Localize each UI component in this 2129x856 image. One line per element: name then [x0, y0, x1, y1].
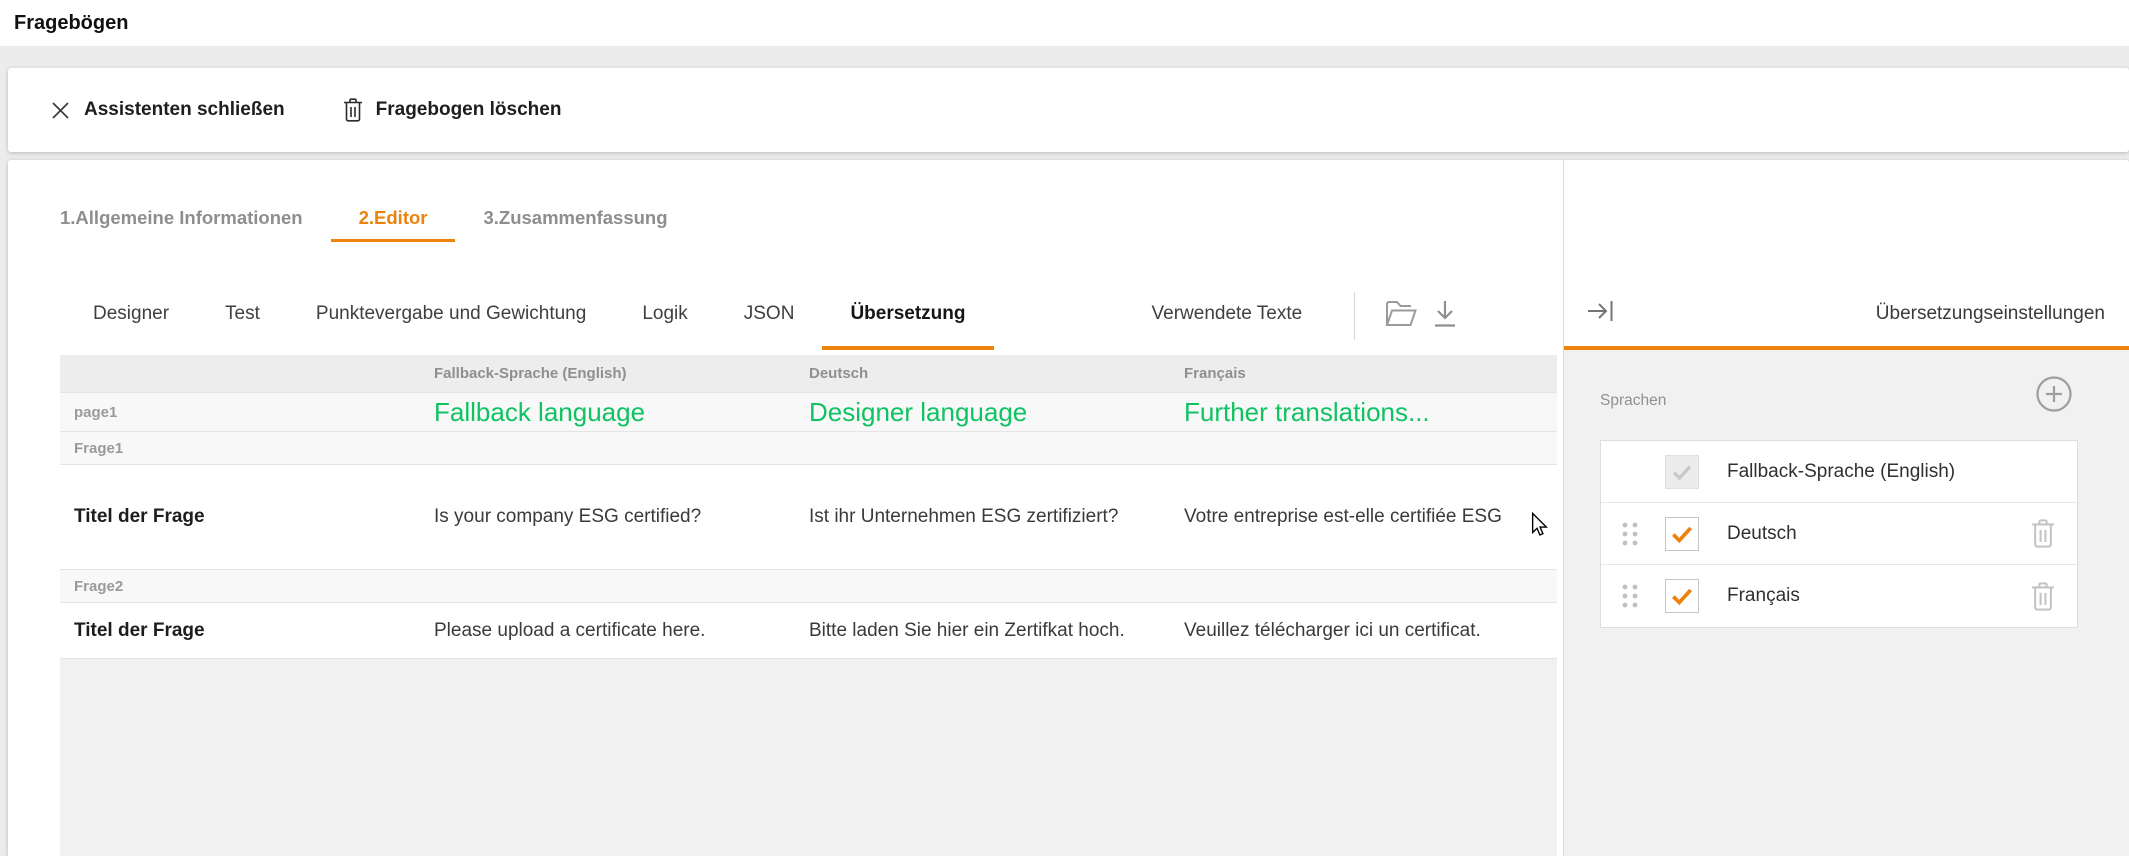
table-header-row: Fallback-Sprache (English) Deutsch Franç… [60, 355, 1557, 393]
step-editor[interactable]: 2.Editor [331, 194, 456, 242]
used-texts-filter[interactable]: Verwendete Texte [1124, 282, 1331, 350]
language-name: Deutsch [1727, 523, 2030, 545]
folder-open-icon [1385, 300, 1417, 333]
delete-questionnaire-button[interactable]: Fragebogen löschen [343, 98, 562, 122]
table-row-frage1: Frage1 [60, 432, 1557, 465]
translation-cell-fr[interactable]: Votre entreprise est-elle certifiée ESG [1170, 506, 1557, 528]
table-row-page1: page1 Fallback language Designer languag… [60, 393, 1557, 432]
annotation-further-translations: Further translations... [1170, 397, 1557, 428]
header-deutsch: Deutsch [795, 365, 1170, 382]
table-empty-area [60, 659, 1557, 856]
wizard-toolbar: Assistenten schließen Fragebogen löschen [8, 68, 2129, 152]
row-label: Titel der Frage [60, 620, 420, 642]
language-name: Français [1727, 585, 2030, 607]
language-name: Fallback-Sprache (English) [1727, 461, 2057, 483]
tab-test[interactable]: Test [197, 282, 288, 350]
tab-uebersetzung[interactable]: Übersetzung [822, 282, 993, 350]
title-bar: Fragebögen [0, 0, 2129, 46]
wizard-steps: 1.Allgemeine Informationen 2.Editor 3.Zu… [60, 194, 696, 242]
toolbar-separator [1354, 292, 1355, 340]
settings-panel-body: Sprachen Fallback-Sprache (English) [1564, 350, 2129, 856]
group-name: Frage1 [60, 440, 420, 457]
import-translations-button[interactable] [1379, 282, 1423, 350]
translation-table: Fallback-Sprache (English) Deutsch Franç… [60, 355, 1557, 856]
tab-designer[interactable]: Designer [65, 282, 197, 350]
table-row-frage2: Frage2 [60, 570, 1557, 603]
language-checkbox-francais[interactable] [1665, 579, 1699, 613]
translation-cell-en[interactable]: Is your company ESG certified? [420, 506, 795, 528]
export-translations-button[interactable] [1423, 282, 1467, 350]
language-checkbox-fallback [1665, 455, 1699, 489]
settings-panel-header: Übersetzungseinstellungen [1564, 160, 2129, 346]
languages-label: Sprachen [1600, 392, 1666, 410]
x-icon [50, 100, 71, 121]
collapse-panel-button[interactable] [1584, 296, 1618, 330]
row-label: Titel der Frage [60, 506, 420, 528]
translation-cell-de[interactable]: Ist ihr Unternehmen ESG zertifiziert? [795, 506, 1170, 528]
annotation-fallback-language: Fallback language [420, 397, 795, 428]
collapse-right-icon [1586, 298, 1616, 329]
table-row-question1-title: Titel der Frage Is your company ESG cert… [60, 465, 1557, 570]
translation-cell-de[interactable]: Bitte laden Sie hier ein Zertifkat hoch. [795, 620, 1170, 642]
language-row-deutsch: Deutsch [1601, 503, 2077, 565]
table-row-question2-title: Titel der Frage Please upload a certific… [60, 603, 1557, 659]
delete-language-icon[interactable] [2030, 519, 2057, 548]
page-name: page1 [60, 404, 420, 421]
language-checkbox-deutsch[interactable] [1665, 517, 1699, 551]
close-wizard-button[interactable]: Assistenten schließen [50, 99, 285, 121]
language-row-francais: Français [1601, 565, 2077, 627]
page-title: Fragebögen [14, 0, 128, 46]
language-row-fallback: Fallback-Sprache (English) [1601, 441, 2077, 503]
header-francais: Français [1170, 365, 1557, 382]
group-name: Frage2 [60, 578, 420, 595]
delete-language-icon[interactable] [2030, 582, 2057, 611]
annotation-designer-language: Designer language [795, 397, 1170, 428]
editor-card: 1.Allgemeine Informationen 2.Editor 3.Zu… [8, 160, 2129, 856]
trash-icon [343, 98, 363, 122]
editor-tab-bar: Designer Test Punktevergabe und Gewichtu… [65, 282, 1467, 350]
header-fallback: Fallback-Sprache (English) [420, 365, 795, 382]
tab-logik[interactable]: Logik [614, 282, 715, 350]
close-wizard-label: Assistenten schließen [84, 99, 285, 121]
tab-json[interactable]: JSON [716, 282, 823, 350]
delete-questionnaire-label: Fragebogen löschen [376, 99, 562, 121]
translation-cell-fr[interactable]: Veuillez télécharger ici un certificat. [1170, 620, 1557, 642]
step-allgemeine-informationen[interactable]: 1.Allgemeine Informationen [60, 194, 331, 242]
drag-handle-icon[interactable] [1621, 521, 1639, 547]
download-icon [1431, 299, 1459, 334]
settings-panel-title: Übersetzungseinstellungen [1876, 303, 2105, 325]
language-list: Fallback-Sprache (English) Deutsch [1600, 440, 2078, 628]
translation-cell-en[interactable]: Please upload a certificate here. [420, 620, 795, 642]
add-language-button[interactable] [2035, 377, 2073, 415]
step-zusammenfassung[interactable]: 3.Zusammenfassung [455, 194, 695, 242]
plus-circle-icon [2035, 375, 2073, 418]
drag-handle-icon[interactable] [1621, 583, 1639, 609]
tab-punktevergabe[interactable]: Punktevergabe und Gewichtung [288, 282, 614, 350]
